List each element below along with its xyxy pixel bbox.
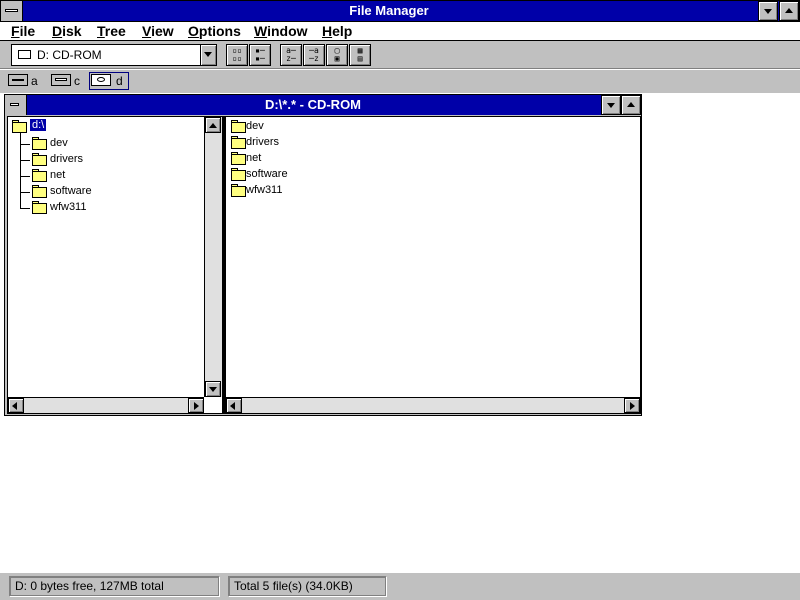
menu-file[interactable]: File	[11, 23, 35, 39]
hard-drive-icon	[51, 74, 71, 86]
properties-icon: ▦ ▤	[357, 46, 363, 63]
drive-select-dropdown-button[interactable]	[200, 45, 216, 65]
copy-icon: ▢ ▣	[334, 46, 340, 63]
arrow-up-icon	[209, 123, 217, 128]
drive-d[interactable]: d	[89, 72, 129, 90]
tree-item[interactable]: net	[30, 167, 190, 183]
folder-icon	[32, 155, 47, 166]
properties-button[interactable]: ▦ ▤	[349, 44, 371, 66]
menu-view[interactable]: View	[142, 23, 174, 39]
folder-icon	[32, 187, 47, 198]
arrow-right-icon	[194, 402, 199, 410]
tree-item[interactable]: software	[30, 183, 190, 199]
arrow-down-icon	[209, 387, 217, 392]
child-system-menu-icon	[10, 103, 19, 106]
sort-by-name-button[interactable]: a─ z─	[280, 44, 302, 66]
scroll-up-button[interactable]	[205, 117, 221, 133]
maximize-button[interactable]	[779, 1, 799, 21]
copy-disk-button[interactable]: ▢ ▣	[326, 44, 348, 66]
open-folder-icon	[12, 122, 27, 133]
tree-item[interactable]: wfw311	[30, 199, 190, 215]
drive-a[interactable]: a	[6, 72, 42, 90]
title-bar[interactable]: File Manager	[0, 0, 800, 22]
folder-icon	[231, 154, 246, 165]
folder-icon	[231, 122, 246, 133]
directory-window[interactable]: D:\*.* - CD-ROM d:\ dev drivers net soft…	[4, 94, 642, 416]
tree-item[interactable]: dev	[30, 135, 190, 151]
folder-icon	[32, 203, 47, 214]
file-horizontal-scrollbar[interactable]	[226, 397, 640, 413]
tree-horizontal-scrollbar[interactable]	[8, 397, 204, 413]
folder-icon	[231, 170, 246, 181]
cdrom-drive-icon	[18, 50, 31, 59]
tree-vertical-scrollbar[interactable]	[204, 117, 222, 397]
list-icon: ▪─ ▪─	[255, 46, 265, 63]
scroll-right-button[interactable]	[188, 398, 204, 413]
arrow-left-icon	[12, 402, 17, 410]
cdrom-drive-icon	[91, 74, 111, 86]
network-drive-icon: ▫▫ ▫▫	[232, 46, 242, 63]
file-list-item[interactable]: software	[229, 166, 349, 182]
child-minimize-button[interactable]	[601, 95, 621, 115]
scroll-left-button[interactable]	[8, 398, 24, 413]
floppy-drive-icon	[8, 74, 28, 86]
system-menu-button[interactable]	[1, 1, 23, 21]
sort-az-icon: a─ z─	[286, 46, 296, 63]
tree-pane[interactable]: d:\ dev drivers net software wfw311	[7, 116, 223, 414]
file-pane[interactable]: dev drivers net software wfw311	[225, 116, 641, 414]
scroll-right-button[interactable]	[624, 398, 640, 413]
arrow-right-icon	[630, 402, 635, 410]
file-list-item[interactable]: drivers	[229, 134, 349, 150]
drive-bar: a c d	[0, 70, 800, 175]
minimize-icon	[607, 103, 615, 108]
directory-window-title-bar[interactable]: D:\*.* - CD-ROM	[5, 95, 641, 115]
folder-icon	[32, 171, 47, 182]
folder-icon	[231, 138, 246, 149]
menu-window[interactable]: Window	[254, 23, 308, 39]
tree-root-label: d:\	[30, 119, 47, 131]
connect-network-drive-button[interactable]: ▫▫ ▫▫	[226, 44, 248, 66]
status-file-total: Total 5 file(s) (34.0KB)	[228, 576, 386, 596]
folder-icon	[231, 186, 246, 197]
menu-disk[interactable]: Disk	[52, 23, 82, 39]
tree-item[interactable]: drivers	[30, 151, 190, 167]
folder-icon	[32, 139, 47, 150]
drive-c[interactable]: c	[49, 72, 85, 90]
menu-options[interactable]: Options	[188, 23, 241, 39]
minimize-button[interactable]	[758, 1, 778, 21]
toolbar: D: CD-ROM ▫▫ ▫▫ ▪─ ▪─ a─ z─ ─a ─z ▢ ▣ ▦ ▤	[0, 41, 800, 69]
maximize-icon	[627, 102, 635, 107]
directory-window-title: D:\*.* - CD-ROM	[264, 97, 362, 112]
sort-by-type-button[interactable]: ─a ─z	[303, 44, 325, 66]
menu-help[interactable]: Help	[322, 23, 352, 39]
status-disk-space: D: 0 bytes free, 127MB total	[9, 576, 219, 596]
file-list-item[interactable]: dev	[229, 118, 349, 134]
window-title: File Manager	[349, 3, 429, 18]
arrow-left-icon	[230, 402, 235, 410]
file-list-item[interactable]: wfw311	[229, 182, 349, 198]
file-list-item[interactable]: net	[229, 150, 349, 166]
status-bar: D: 0 bytes free, 127MB total Total 5 fil…	[0, 572, 800, 600]
minimize-icon	[764, 9, 772, 14]
drive-select[interactable]: D: CD-ROM	[11, 44, 217, 66]
system-menu-icon	[5, 9, 18, 12]
menu-tree[interactable]: Tree	[97, 23, 126, 39]
scroll-down-button[interactable]	[205, 381, 221, 397]
child-maximize-button[interactable]	[621, 95, 641, 115]
menu-bar: File Disk Tree View Options Window Help	[0, 22, 800, 41]
drive-select-value: D: CD-ROM	[37, 48, 102, 62]
sort-za-icon: ─a ─z	[309, 46, 319, 63]
maximize-icon	[785, 8, 793, 13]
child-system-menu-button[interactable]	[5, 95, 27, 115]
scroll-left-button[interactable]	[226, 398, 242, 413]
disconnect-network-drive-button[interactable]: ▪─ ▪─	[249, 44, 271, 66]
chevron-down-icon	[204, 52, 212, 57]
